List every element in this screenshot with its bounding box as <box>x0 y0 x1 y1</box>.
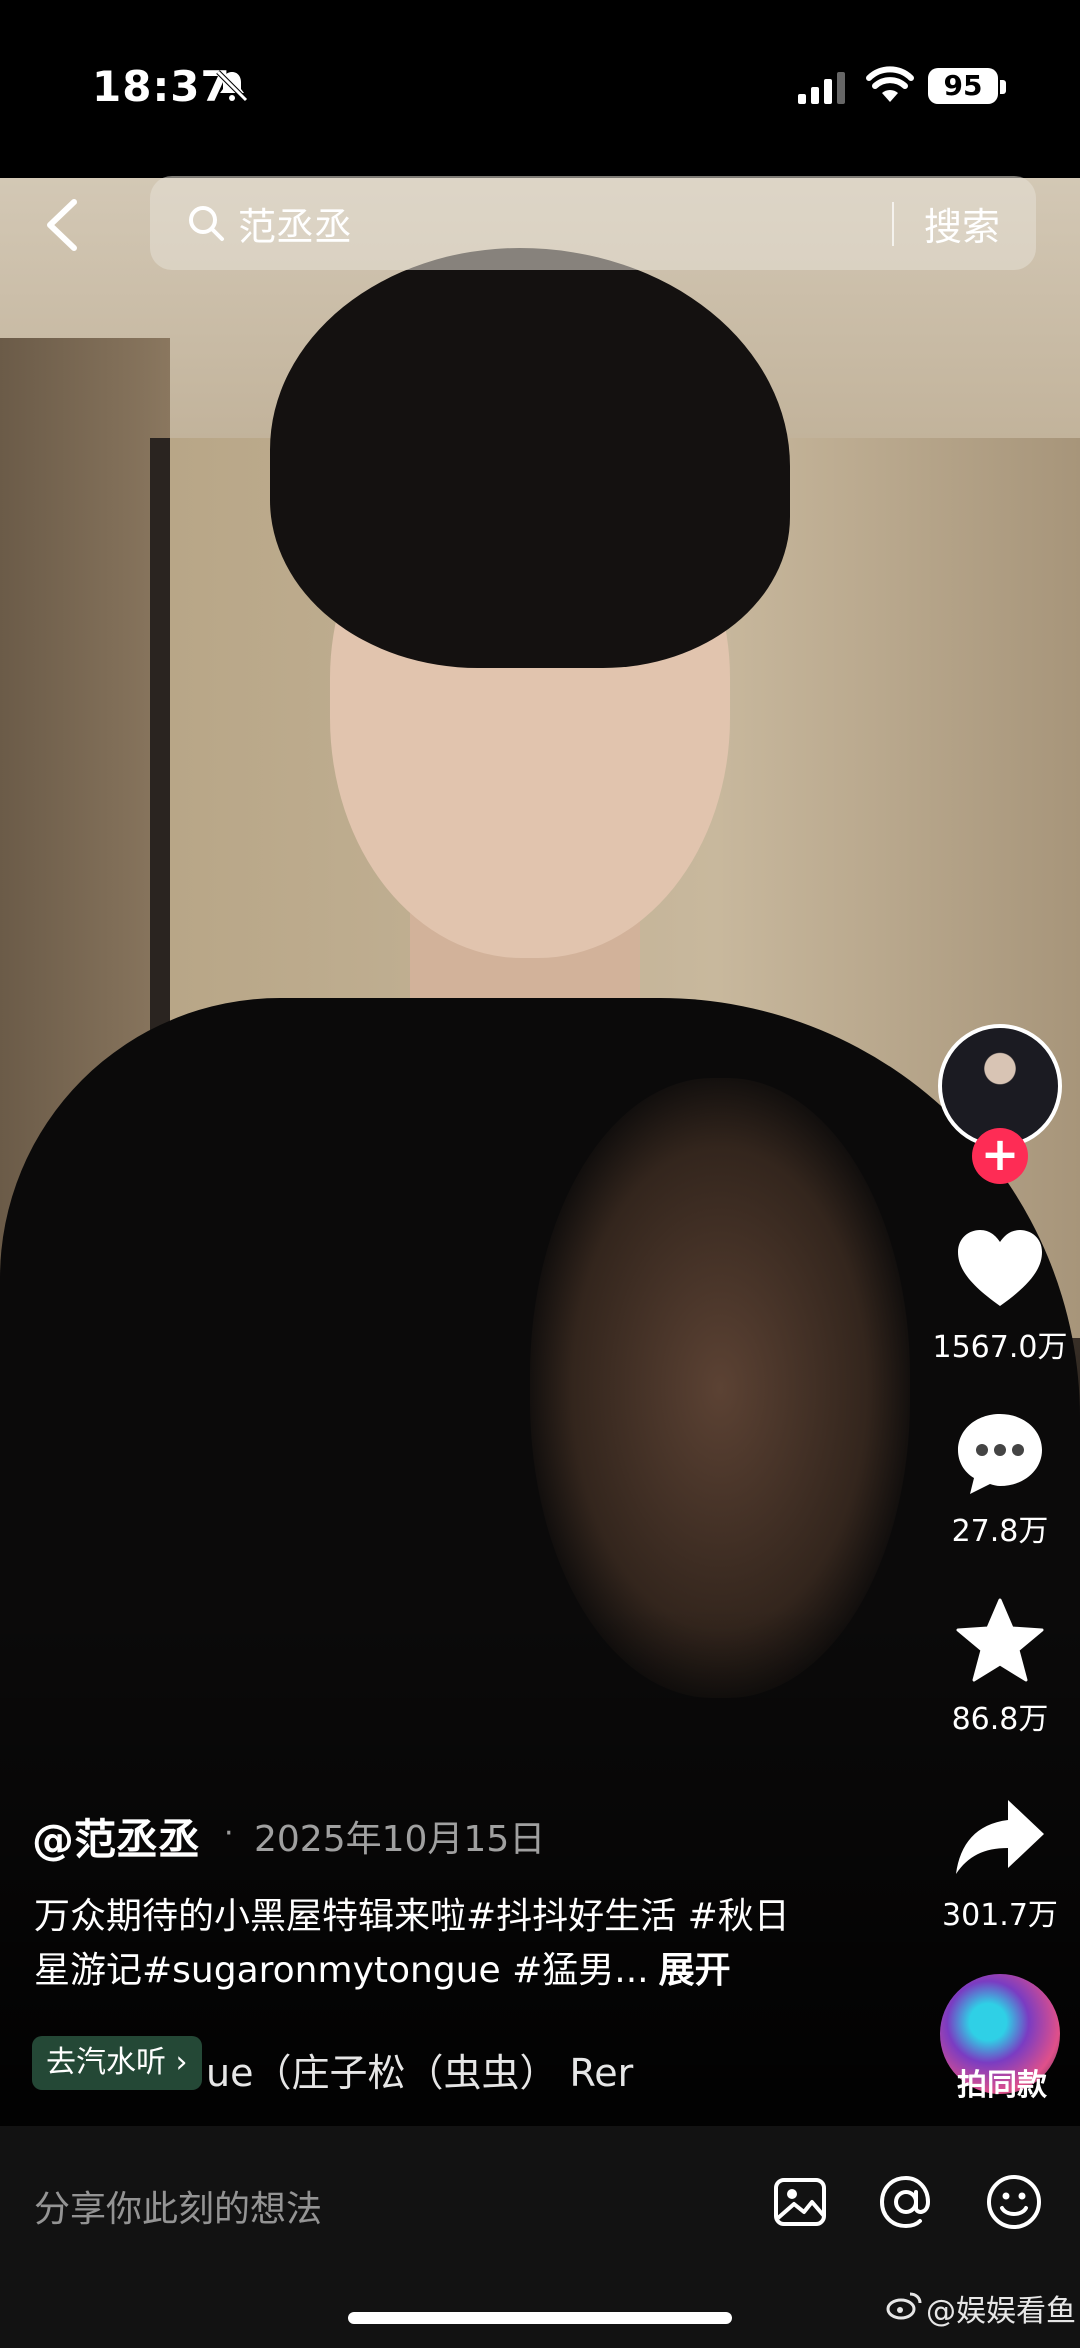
silent-bell-icon <box>216 70 248 102</box>
post-date: 2025年10月15日 <box>254 1819 546 1860</box>
star-icon[interactable] <box>952 1594 1048 1690</box>
home-indicator <box>348 2312 732 2324</box>
wifi-icon <box>866 66 914 102</box>
author-name[interactable]: @范丞丞 <box>32 1806 200 1867</box>
status-bar: 18:37 95 <box>0 0 1080 178</box>
comment-input[interactable]: 分享你此刻的想法 <box>34 2180 322 2232</box>
battery-indicator: 95 <box>928 68 998 104</box>
weibo-logo-icon <box>886 2292 922 2320</box>
music-track[interactable]: ue（庄子松（虫虫） Rer <box>206 2042 633 2097</box>
separator-dot: · <box>224 1816 234 1851</box>
share-arrow-icon[interactable] <box>952 1790 1048 1886</box>
emoji-icon[interactable] <box>984 2172 1044 2232</box>
like-count: 1567.0万 <box>932 1330 1068 1365</box>
favorite-count: 86.8万 <box>951 1702 1049 1737</box>
image-icon[interactable] <box>770 2172 830 2232</box>
search-divider <box>892 202 894 246</box>
listen-label: 去汽水听 <box>46 2045 166 2080</box>
comment-icon[interactable] <box>952 1406 1048 1502</box>
post-caption[interactable]: 万众期待的小黑屋特辑来啦#抖抖好生活 #秋日星游记#sugaronmytongu… <box>34 1890 824 1998</box>
person-hand-blur <box>530 1078 910 1698</box>
watermark: @娱娱看鱼 <box>926 2294 1076 2329</box>
heart-icon[interactable] <box>952 1222 1048 1318</box>
battery-tip <box>1000 80 1006 94</box>
search-button[interactable]: 搜索 <box>924 196 1000 251</box>
search-query[interactable]: 范丞丞 <box>238 196 352 251</box>
mention-icon[interactable] <box>876 2172 936 2232</box>
search-icon <box>189 206 224 241</box>
comment-count: 27.8万 <box>951 1514 1049 1549</box>
expand-link[interactable]: 展开 <box>659 1950 731 1991</box>
share-count: 301.7万 <box>942 1898 1058 1933</box>
shoot-same-label[interactable]: 拍同款 <box>924 2060 1080 2104</box>
back-icon[interactable] <box>40 190 84 260</box>
cellular-signal-icon <box>798 72 845 104</box>
listen-in-app-button[interactable]: 去汽水听 › <box>32 2036 202 2090</box>
follow-plus-icon[interactable]: + <box>972 1128 1028 1184</box>
status-time: 18:37 <box>92 62 231 111</box>
